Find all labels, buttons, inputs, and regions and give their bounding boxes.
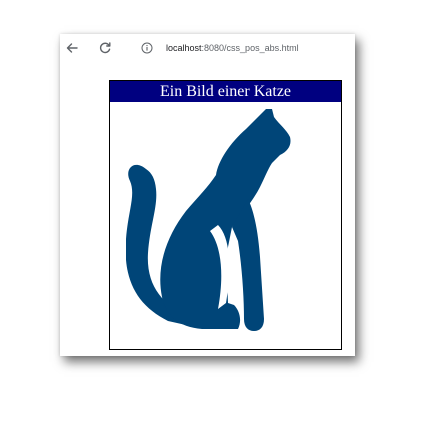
arrow-left-icon: [66, 43, 78, 53]
url-path: :8080/css_pos_abs.html: [201, 43, 299, 53]
figure-caption: Ein Bild einer Katze: [110, 81, 341, 102]
browser-window: localhost:8080/css_pos_abs.html Ein Bild…: [60, 34, 355, 356]
url-text[interactable]: localhost:8080/css_pos_abs.html: [166, 43, 299, 53]
address-bar[interactable]: localhost:8080/css_pos_abs.html: [128, 37, 350, 59]
back-button[interactable]: [62, 38, 82, 58]
cat-silhouette-image: [126, 109, 291, 331]
reload-icon: [99, 42, 111, 54]
browser-toolbar: localhost:8080/css_pos_abs.html: [60, 34, 355, 62]
url-host: localhost: [166, 43, 202, 53]
info-icon[interactable]: [140, 41, 154, 55]
page-content: Ein Bild einer Katze: [60, 62, 355, 356]
cat-figure: Ein Bild einer Katze: [109, 80, 342, 350]
reload-button[interactable]: [95, 38, 115, 58]
